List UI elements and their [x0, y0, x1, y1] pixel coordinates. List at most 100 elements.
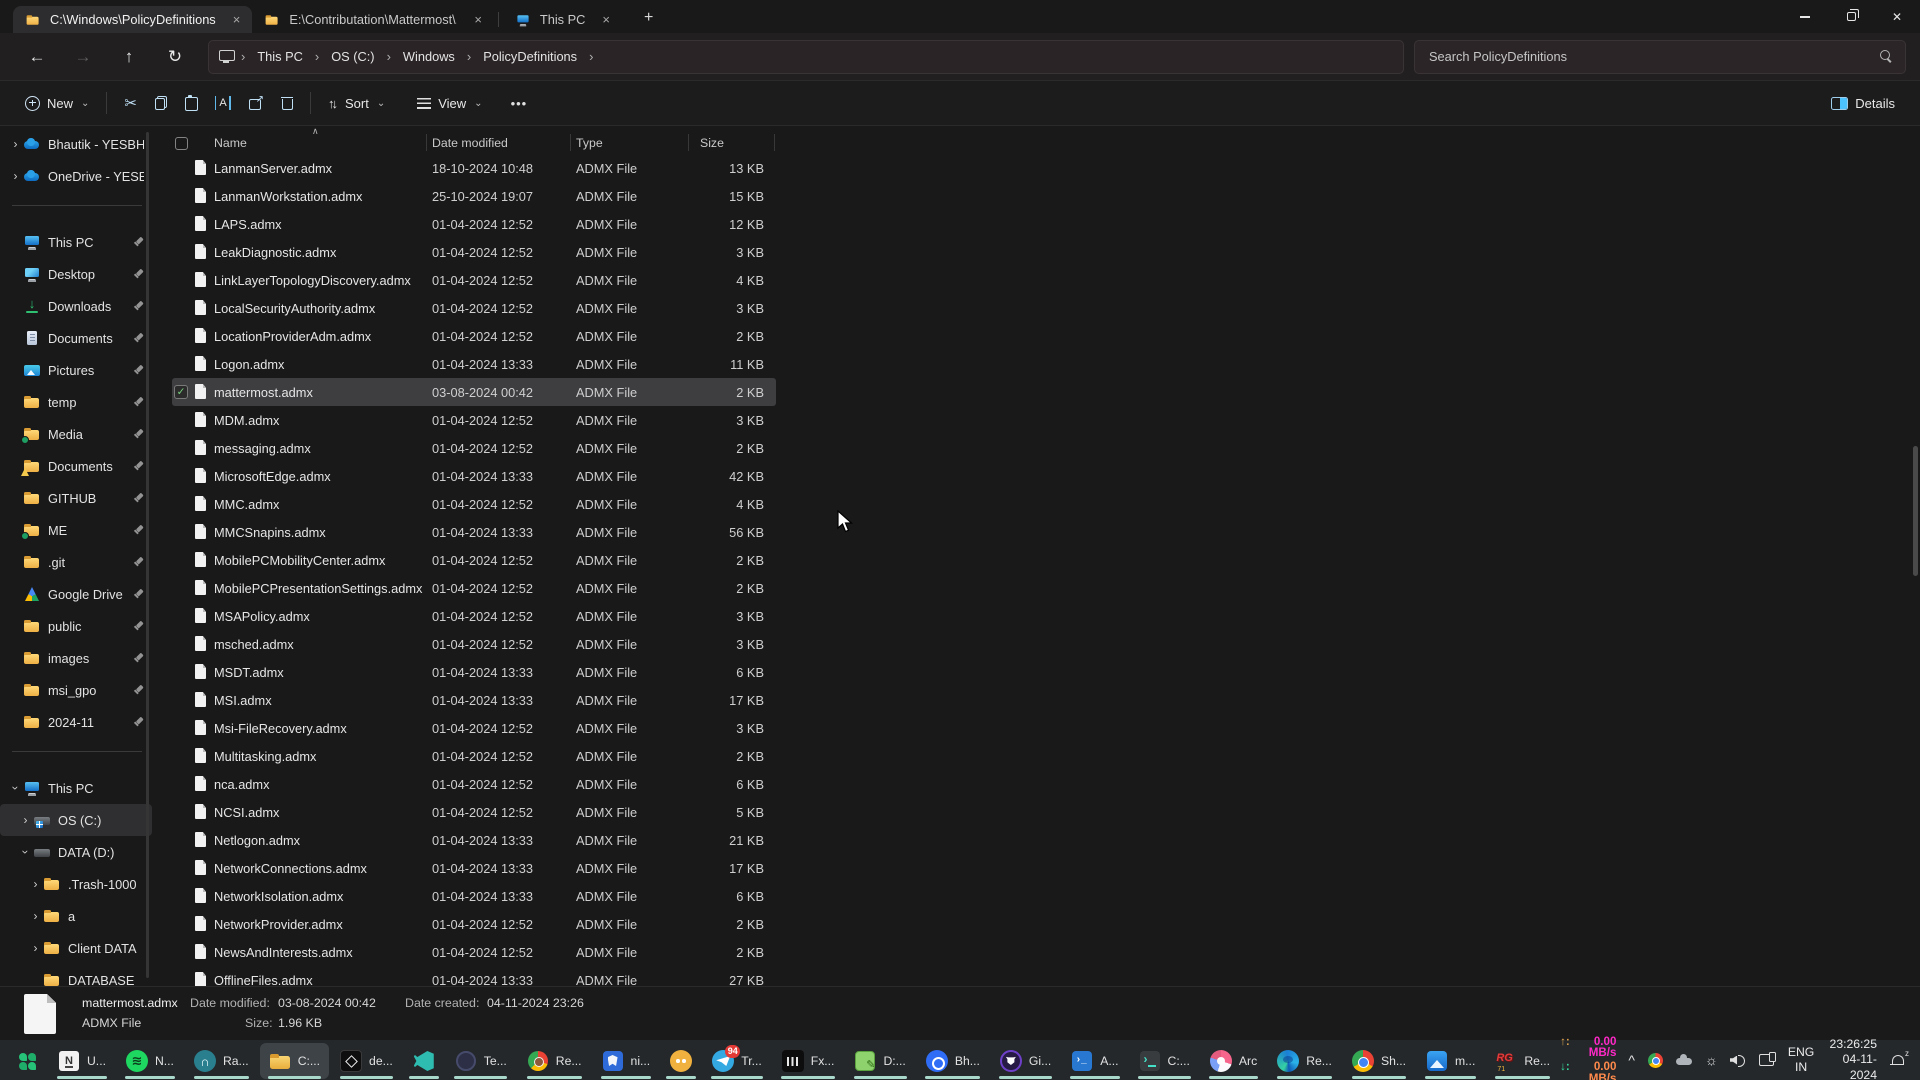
close-tab-icon[interactable]: ×	[230, 12, 244, 27]
file-row[interactable]: LeakDiagnostic.admx01-04-2024 12:52ADMX …	[172, 238, 776, 266]
tab-3[interactable]: This PC×	[503, 6, 622, 33]
file-row[interactable]: MobilePCPresentationSettings.admx01-04-2…	[172, 574, 776, 602]
chevron-right-icon[interactable]: ›	[28, 877, 43, 891]
file-row[interactable]: NetworkConnections.admx01-04-2024 13:33A…	[172, 854, 776, 882]
clock[interactable]: 23:26:25 04-11-2024	[1826, 1037, 1877, 1080]
taskbar-item-photos[interactable]: m...	[1417, 1043, 1484, 1079]
file-row[interactable]: MMCSnapins.admx01-04-2024 13:33ADMX File…	[172, 518, 776, 546]
sidebar-item-temp[interactable]: temp	[0, 386, 152, 418]
file-row[interactable]: Multitasking.admx01-04-2024 12:52ADMX Fi…	[172, 742, 776, 770]
refresh-button[interactable]: ↻	[152, 47, 198, 67]
sidebar-item-msi-gpo[interactable]: msi_gpo	[0, 674, 152, 706]
file-row[interactable]: OfflineFiles.admx01-04-2024 13:33ADMX Fi…	[172, 966, 776, 986]
taskbar-item-1password[interactable]: Bh...	[917, 1043, 989, 1079]
column-header-name[interactable]: Name	[214, 136, 426, 150]
back-button[interactable]: ←	[14, 47, 60, 67]
file-row[interactable]: Netlogon.admx01-04-2024 13:33ADMX File21…	[172, 826, 776, 854]
sidebar-item-this-pc[interactable]: This PC	[0, 226, 152, 258]
select-all-checkbox[interactable]	[175, 137, 188, 150]
sidebar-item--trash-1000[interactable]: ›.Trash-1000	[0, 868, 152, 900]
display-cast-icon[interactable]	[1759, 1052, 1776, 1069]
taskbar-item-eq[interactable]: Fx...	[773, 1043, 844, 1079]
file-row[interactable]: MSAPolicy.admx01-04-2024 12:52ADMX File3…	[172, 602, 776, 630]
sidebar-item-me[interactable]: ME	[0, 514, 152, 546]
file-row[interactable]: MDM.admx01-04-2024 12:52ADMX File3 KB	[172, 406, 776, 434]
more-button[interactable]: •••	[502, 89, 537, 118]
file-row[interactable]: Msi-FileRecovery.admx01-04-2024 12:52ADM…	[172, 714, 776, 742]
sidebar-item-bhautik-yesbh[interactable]: ›Bhautik - YESBH	[0, 128, 152, 160]
sidebar-item-2024-11[interactable]: 2024-11	[0, 706, 152, 738]
column-divider[interactable]	[688, 134, 689, 151]
chevron-right-icon[interactable]: ›	[28, 909, 43, 923]
sidebar-item-downloads[interactable]: Downloads	[0, 290, 152, 322]
taskbar-item-brave[interactable]: ni...	[593, 1043, 660, 1079]
file-row[interactable]: MobilePCMobilityCenter.admx01-04-2024 12…	[172, 546, 776, 574]
sidebar-item-this-pc[interactable]: ›This PC	[0, 772, 152, 804]
sidebar-item-media[interactable]: Media	[0, 418, 152, 450]
sort-button[interactable]: ↑↓ Sort ⌄	[319, 89, 394, 118]
file-row[interactable]: NetworkIsolation.admx01-04-2024 13:33ADM…	[172, 882, 776, 910]
file-row[interactable]: LinkLayerTopologyDiscovery.admx01-04-202…	[172, 266, 776, 294]
file-row[interactable]: NetworkProvider.admx01-04-2024 12:52ADMX…	[172, 910, 776, 938]
cut-button[interactable]: ✂	[115, 89, 146, 118]
file-row[interactable]: msched.admx01-04-2024 12:52ADMX File3 KB	[172, 630, 776, 658]
delete-button[interactable]	[272, 90, 302, 117]
network-speed-widget[interactable]: ↑:0.00 MB/s ↓:0.00 MB/s	[1560, 1036, 1616, 1080]
taskbar-item-explorer[interactable]: C:...	[260, 1043, 329, 1079]
search-input[interactable]	[1427, 48, 1872, 65]
taskbar-item-chromeprofile[interactable]: Re...	[518, 1043, 591, 1079]
taskbar-item-terminal[interactable]: C:...	[1130, 1043, 1199, 1079]
chevron-down-icon[interactable]: ›	[19, 845, 33, 860]
share-button[interactable]	[240, 90, 272, 117]
file-row[interactable]: MSDT.admx01-04-2024 13:33ADMX File6 KB	[172, 658, 776, 686]
vertical-scrollbar[interactable]	[1913, 446, 1918, 576]
chevron-right-icon[interactable]: ›	[8, 137, 23, 151]
file-row[interactable]: messaging.admx01-04-2024 12:52ADMX File2…	[172, 434, 776, 462]
taskbar-item-powershell[interactable]: A...	[1062, 1043, 1127, 1079]
taskbar-item-vscode[interactable]	[404, 1043, 444, 1079]
details-pane-toggle[interactable]: Details	[1822, 89, 1904, 118]
taskbar-item-arc[interactable]: Arc	[1201, 1043, 1266, 1079]
rename-button[interactable]: A	[206, 89, 240, 117]
taskbar-item-clover[interactable]	[7, 1043, 47, 1079]
column-header-size[interactable]: Size	[688, 136, 776, 150]
sidebar-item-github[interactable]: GITHUB	[0, 482, 152, 514]
file-row[interactable]: LanmanWorkstation.admx25-10-2024 19:07AD…	[172, 182, 776, 210]
taskbar-item-darkapp[interactable]: Te...	[446, 1043, 516, 1079]
sidebar-item-documents[interactable]: Documents	[0, 450, 152, 482]
close-tab-icon[interactable]: ×	[471, 12, 485, 27]
file-row[interactable]: MSI.admx01-04-2024 13:33ADMX File17 KB	[172, 686, 776, 714]
volume-icon[interactable]	[1730, 1052, 1747, 1069]
taskbar-item-telegram[interactable]: 94Tr...	[703, 1043, 771, 1079]
language-indicator[interactable]: ENG IN	[1788, 1045, 1814, 1076]
file-row[interactable]: MicrosoftEdge.admx01-04-2024 13:33ADMX F…	[172, 462, 776, 490]
taskbar-item-discord[interactable]	[661, 1043, 701, 1079]
forward-button[interactable]: →	[60, 47, 106, 67]
sidebar-item-google-drive[interactable]: Google Drive	[0, 578, 152, 610]
taskbar-item-notepad[interactable]: U...	[49, 1043, 115, 1079]
minimize-button[interactable]	[1782, 0, 1828, 33]
search-box[interactable]	[1414, 40, 1906, 74]
file-row[interactable]: NCSI.admx01-04-2024 12:52ADMX File5 KB	[172, 798, 776, 826]
restore-button[interactable]	[1828, 0, 1874, 33]
sidebar-item-database[interactable]: DATABASE	[0, 964, 152, 986]
breadcrumb-segment[interactable]: PolicyDefinitions	[474, 45, 586, 68]
file-row[interactable]: LocationProviderAdm.admx01-04-2024 12:52…	[172, 322, 776, 350]
close-tab-icon[interactable]: ×	[599, 12, 613, 27]
file-row[interactable]: LAPS.admx01-04-2024 12:52ADMX File12 KB	[172, 210, 776, 238]
taskbar-item-npp[interactable]: D:...	[845, 1043, 914, 1079]
tab-1[interactable]: C:\Windows\PolicyDefinitions×	[13, 6, 252, 33]
notification-bell-icon[interactable]: z	[1889, 1052, 1906, 1069]
new-tab-button[interactable]: +	[638, 9, 659, 27]
breadcrumb-segment[interactable]: Windows	[394, 45, 464, 68]
file-row[interactable]: nca.admx01-04-2024 12:52ADMX File6 KB	[172, 770, 776, 798]
file-row[interactable]: MMC.admx01-04-2024 12:52ADMX File4 KB	[172, 490, 776, 518]
file-row[interactable]: NewsAndInterests.admx01-04-2024 12:52ADM…	[172, 938, 776, 966]
chevron-down-icon[interactable]: ›	[9, 781, 23, 796]
cloud-tray-icon[interactable]	[1676, 1052, 1693, 1069]
sidebar-item-images[interactable]: images	[0, 642, 152, 674]
column-divider[interactable]	[570, 134, 571, 151]
sidebar-item-a[interactable]: ›a	[0, 900, 152, 932]
new-button[interactable]: New ⌄	[16, 89, 98, 118]
chrome-tray-icon[interactable]	[1647, 1052, 1664, 1069]
